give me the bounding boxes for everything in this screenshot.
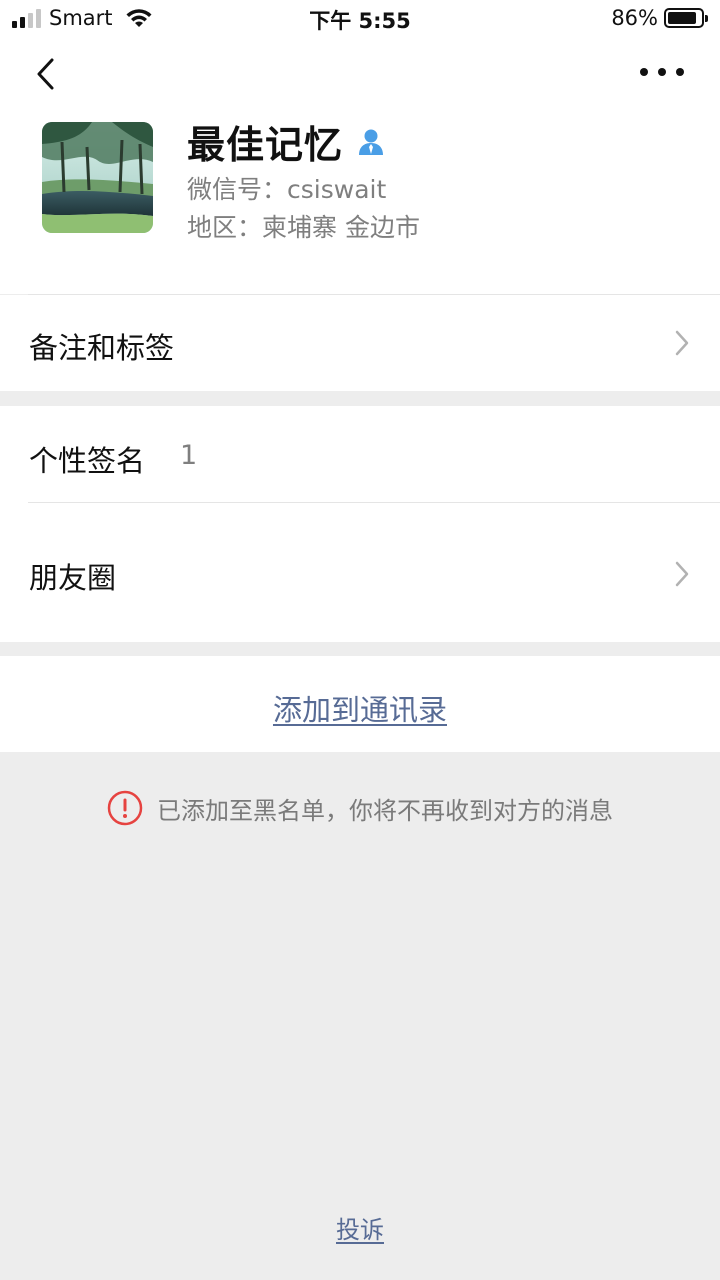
battery-icon <box>664 8 708 28</box>
more-dot <box>676 68 684 76</box>
more-button[interactable] <box>640 60 684 84</box>
battery-percentage: 86% <box>611 6 658 30</box>
complain-section: 投诉 <box>0 1210 720 1245</box>
nav-bar <box>0 38 720 108</box>
avatar[interactable] <box>42 122 153 233</box>
profile-header: 最佳记忆 微信号：csiswait 地区：柬埔寨 金边市 <box>0 108 720 295</box>
profile-name: 最佳记忆 <box>187 123 344 167</box>
region: 地区：柬埔寨 金边市 <box>187 213 420 242</box>
signature-row: 个性签名 1 <box>0 406 720 502</box>
avatar-image <box>42 122 153 233</box>
signature-value: 1 <box>180 440 198 471</box>
chevron-right-icon <box>675 561 689 587</box>
more-dot <box>640 68 648 76</box>
more-dot <box>658 68 666 76</box>
wechat-id: 微信号：csiswait <box>187 175 387 204</box>
name-row: 最佳记忆 <box>187 114 385 169</box>
signature-label: 个性签名 <box>29 444 146 478</box>
add-contact-section: 添加到通讯录 <box>0 656 720 752</box>
person-icon <box>359 129 384 155</box>
moments-label: 朋友圈 <box>29 561 117 595</box>
status-right: 86% <box>611 6 708 30</box>
chevron-right-icon <box>675 330 689 356</box>
add-to-contacts-link[interactable]: 添加到通讯录 <box>273 687 447 729</box>
remarks-tags-row[interactable]: 备注和标签 <box>0 295 720 391</box>
blacklist-notice: 已添加至黑名单，你将不再收到对方的消息 <box>0 790 720 826</box>
status-bar: Smart 下午 5:55 86% <box>0 0 720 38</box>
blacklist-notice-text: 已添加至黑名单，你将不再收到对方的消息 <box>157 796 613 825</box>
complain-link[interactable]: 投诉 <box>336 1216 384 1244</box>
warning-icon <box>107 790 143 826</box>
moments-row[interactable]: 朋友圈 <box>0 503 720 642</box>
back-button[interactable] <box>28 54 62 94</box>
info-group: 个性签名 1 朋友圈 <box>0 406 720 642</box>
remarks-tags-label: 备注和标签 <box>29 331 175 365</box>
